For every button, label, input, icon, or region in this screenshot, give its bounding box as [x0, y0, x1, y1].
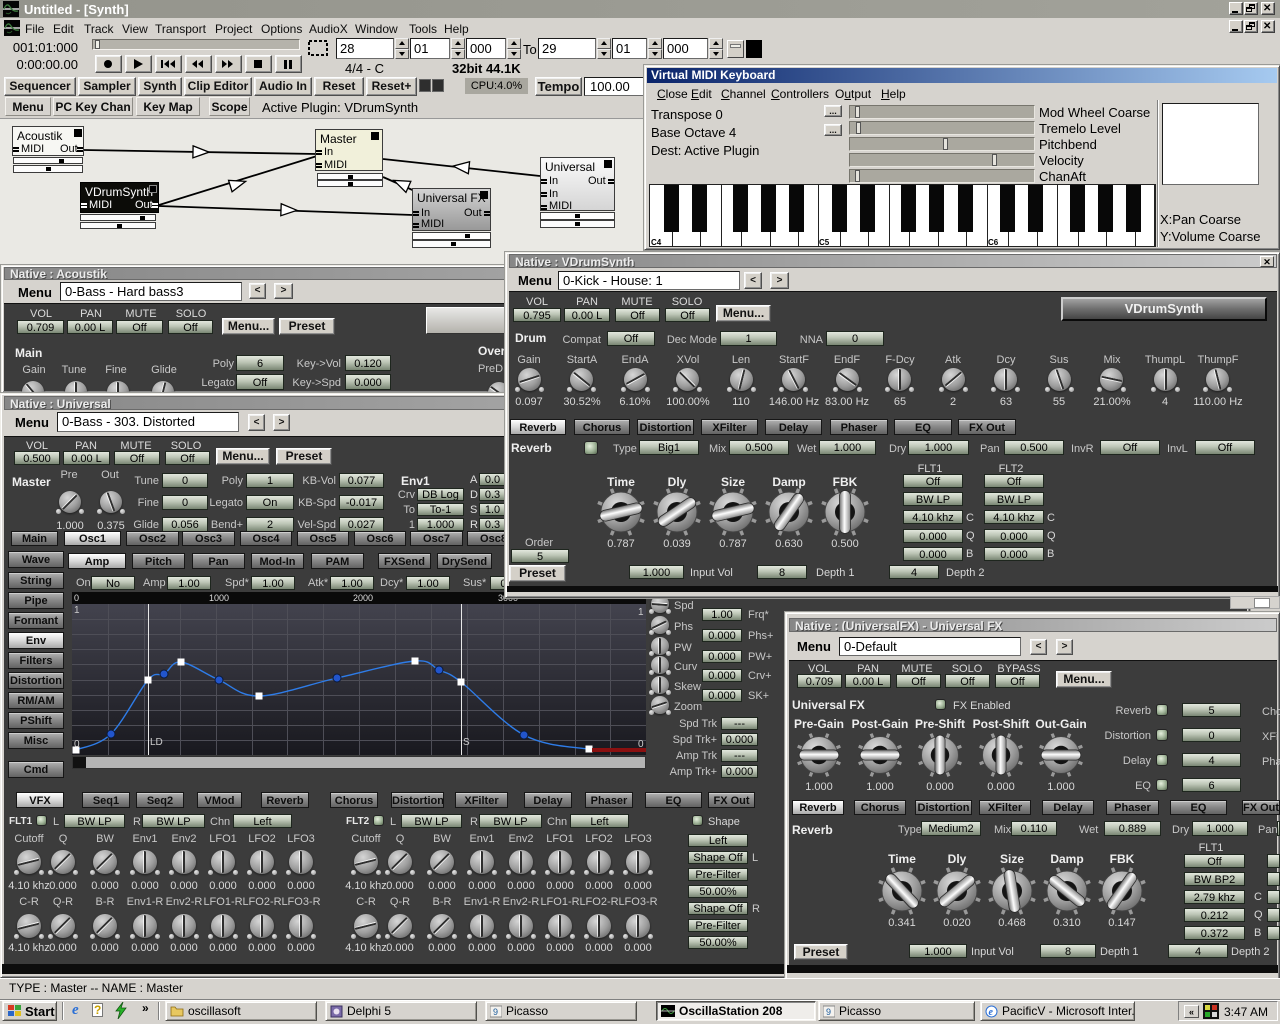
- svg-text:e: e: [989, 1007, 994, 1018]
- svg-text:9: 9: [826, 1007, 831, 1017]
- svg-text:9: 9: [493, 1007, 498, 1017]
